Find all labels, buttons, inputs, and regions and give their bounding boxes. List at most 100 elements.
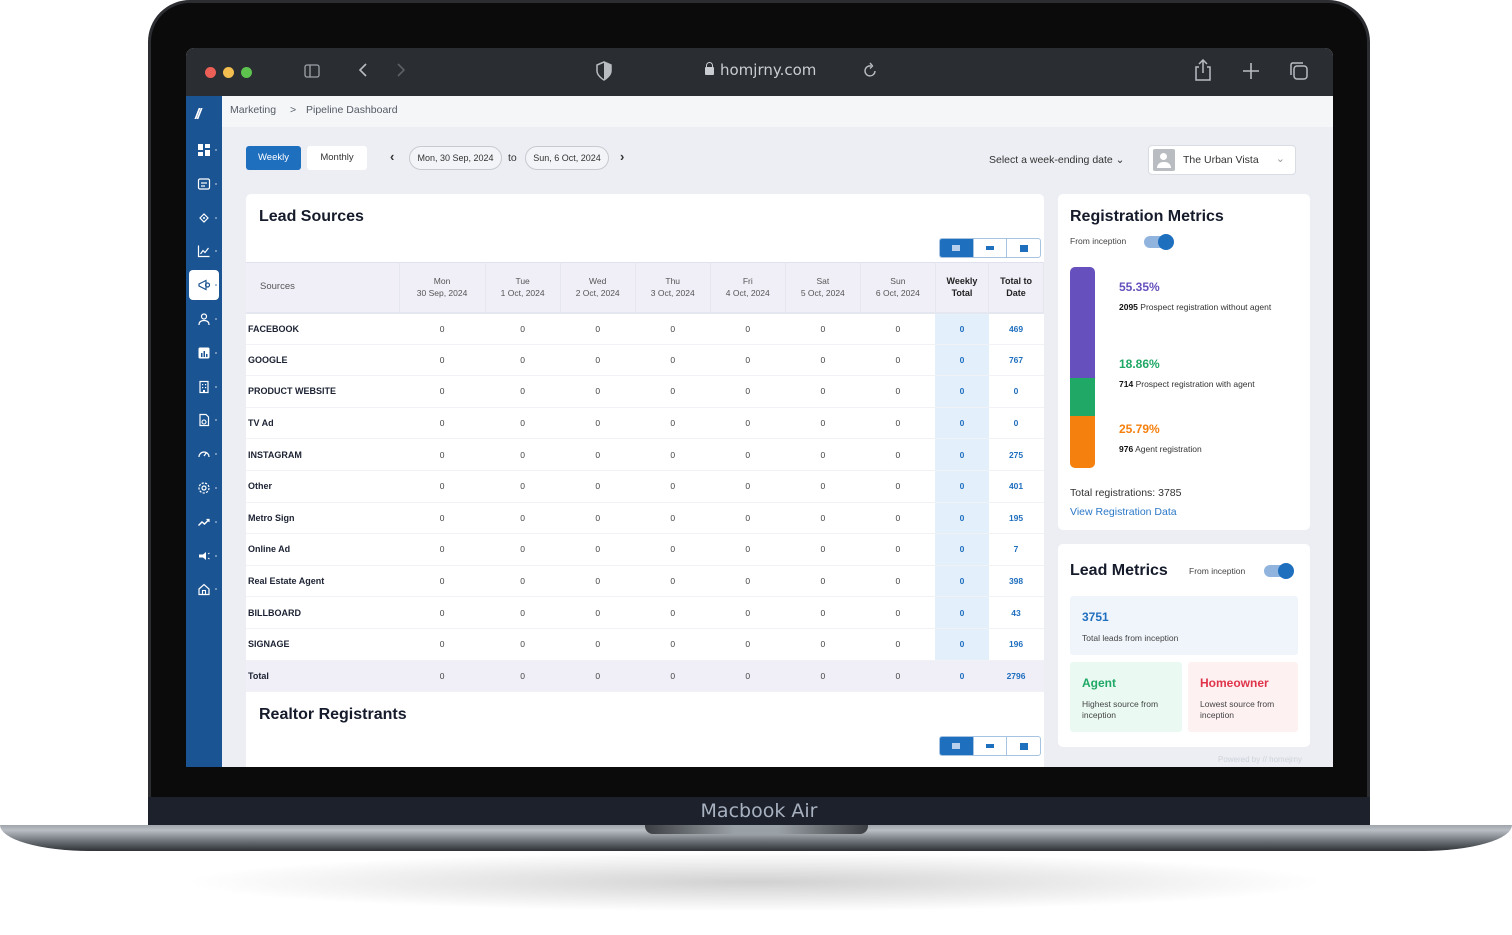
back-icon[interactable] [358, 62, 368, 82]
sidebar-item-document[interactable] [189, 405, 219, 435]
column-header: Total to Date [988, 262, 1044, 313]
day-value: 0 [860, 438, 936, 471]
day-value: 0 [399, 660, 486, 693]
column-header-day: Thu [665, 276, 681, 287]
previous-week-icon[interactable]: ‹ [390, 149, 394, 164]
day-value: 0 [860, 470, 936, 503]
laptop-notch [645, 825, 868, 834]
day-value: 0 [785, 470, 861, 503]
from-inception-toggle[interactable] [1144, 234, 1174, 250]
sidebar-item-chart[interactable] [189, 236, 219, 266]
total-to-date: 401 [988, 470, 1044, 503]
start-date-field[interactable]: Mon, 30 Sep, 2024 [409, 146, 502, 170]
end-date-field[interactable]: Sun, 6 Oct, 2024 [525, 146, 609, 170]
sidebar: // [186, 96, 222, 767]
day-value: 0 [635, 375, 711, 408]
density-comfortable-button[interactable] [1007, 737, 1040, 755]
sidebar-item-home[interactable] [189, 574, 219, 604]
from-inception-toggle[interactable] [1264, 563, 1294, 579]
sidebar-item-ticket[interactable] [189, 203, 219, 233]
sidebar-item-bar-report[interactable] [189, 338, 219, 368]
view-registration-data-link[interactable]: View Registration Data [1070, 506, 1177, 518]
day-value: 0 [635, 628, 711, 661]
sidebar-item-trend[interactable] [189, 507, 219, 537]
nav-indicator-dot [215, 487, 217, 489]
user-icon [198, 313, 210, 326]
sidebar-item-calendar[interactable] [189, 169, 219, 199]
sidebar-item-announcement[interactable] [189, 541, 219, 571]
share-icon[interactable] [1194, 58, 1212, 85]
logo-icon[interactable]: // [195, 106, 202, 123]
megaphone-icon [198, 279, 211, 291]
day-value: 0 [560, 565, 636, 598]
density-compact-button[interactable] [940, 239, 974, 257]
standard-icon [986, 246, 994, 250]
day-value: 0 [860, 628, 936, 661]
close-window-button[interactable] [205, 67, 216, 78]
nav-indicator-dot [215, 250, 217, 253]
realtor-registrants-title: Realtor Registrants [259, 706, 407, 723]
source-name: SIGNAGE [246, 628, 399, 661]
trend-icon [198, 518, 210, 526]
table-row: Online Ad 0 0 0 0 0 0 0 0 7 [246, 533, 1044, 566]
registration-stacked-bar [1070, 267, 1095, 468]
density-compact-button[interactable] [940, 737, 974, 755]
sidebar-toggle-icon[interactable] [304, 62, 320, 82]
column-header: Thu 3 Oct, 2024 [635, 262, 711, 313]
day-value: 0 [399, 533, 486, 566]
table-row: FACEBOOK 0 0 0 0 0 0 0 0 469 [246, 312, 1044, 345]
density-standard-button[interactable] [974, 239, 1008, 257]
monthly-button[interactable]: Monthly [307, 146, 367, 170]
density-comfortable-button[interactable] [1007, 239, 1040, 257]
segment-label: Agent registration [1135, 444, 1202, 454]
column-header-day: Fri [742, 276, 753, 287]
sidebar-item-user[interactable] [189, 304, 219, 334]
weekly-button[interactable]: Weekly [246, 146, 301, 170]
shield-icon[interactable] [596, 61, 612, 85]
day-value: 0 [635, 660, 711, 693]
day-value: 0 [635, 470, 711, 503]
minimize-window-button[interactable] [223, 67, 234, 78]
source-name: PRODUCT WEBSITE [246, 375, 399, 408]
address-bar[interactable]: homjrny.com [705, 61, 816, 79]
segment-count: 714 [1119, 379, 1134, 389]
column-header: Wed 2 Oct, 2024 [560, 262, 636, 313]
density-standard-button[interactable] [974, 737, 1008, 755]
new-tab-icon[interactable] [1242, 62, 1260, 84]
row-density-toggle [939, 238, 1041, 258]
day-value: 0 [785, 565, 861, 598]
sidebar-item-megaphone[interactable] [189, 270, 219, 301]
forward-icon[interactable] [396, 62, 406, 82]
day-value: 0 [860, 344, 936, 377]
total-to-date: 767 [988, 344, 1044, 377]
sidebar-item-gauge[interactable] [189, 439, 219, 469]
day-value: 0 [560, 438, 636, 471]
sidebar-item-building[interactable] [189, 372, 219, 402]
day-value: 0 [635, 565, 711, 598]
day-value: 0 [710, 470, 786, 503]
sidebar-item-settings[interactable] [189, 473, 219, 503]
day-value: 0 [710, 407, 786, 440]
total-to-date: 0 [988, 407, 1044, 440]
weekly-total: 0 [935, 596, 989, 629]
total-to-date: 398 [988, 565, 1044, 598]
next-week-icon[interactable]: › [620, 149, 624, 164]
column-header: Weekly Total [935, 262, 990, 313]
maximize-window-button[interactable] [241, 67, 252, 78]
column-header: Tue 1 Oct, 2024 [485, 262, 561, 313]
sidebar-item-dashboard[interactable] [189, 135, 219, 165]
nav-indicator-dot [215, 385, 217, 388]
breadcrumb-marketing[interactable]: Marketing [230, 104, 276, 116]
column-header-date: 4 Oct, 2024 [725, 288, 770, 299]
day-value: 0 [860, 596, 936, 629]
tabs-icon[interactable] [1289, 61, 1309, 85]
day-value: 0 [710, 596, 786, 629]
ticket-icon [199, 212, 209, 223]
registration-segment [1070, 416, 1095, 468]
reload-icon[interactable] [864, 62, 878, 82]
property-select[interactable]: The Urban Vista ⌄ [1148, 145, 1296, 175]
day-value: 0 [710, 502, 786, 535]
source-name: FACEBOOK [246, 312, 399, 345]
week-ending-select[interactable]: Select a week-ending date ⌄ [989, 154, 1124, 166]
segment-count: 2095 [1119, 302, 1138, 312]
